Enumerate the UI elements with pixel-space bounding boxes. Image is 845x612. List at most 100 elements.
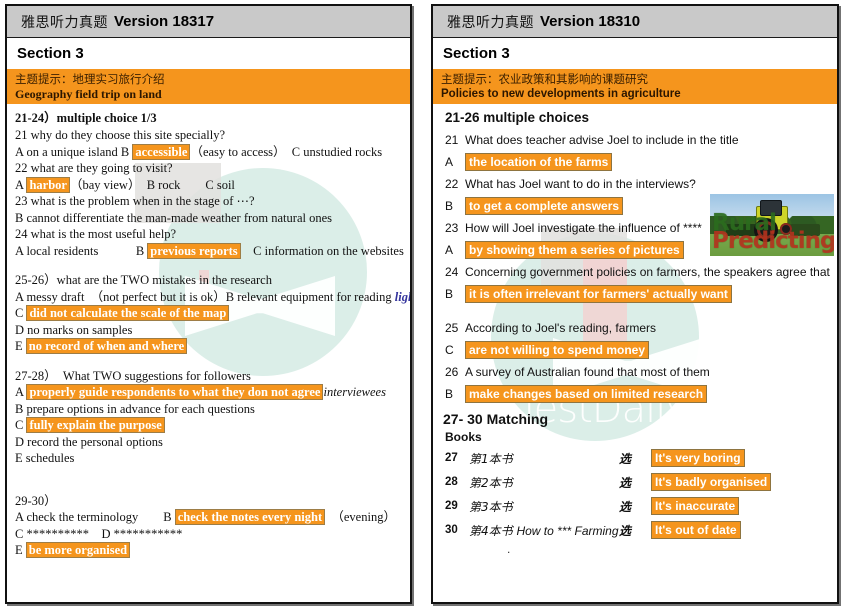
q22-answer-highlight: to get a complete answers	[465, 197, 624, 215]
left-q24-options: A local residents B previous reports C i…	[7, 242, 410, 260]
left-q2930-option-cd: C ********** D ***********	[15, 526, 183, 541]
match-30-book: 第4本书 How to *** Farming	[469, 522, 619, 539]
left-q2526-option-c: C did not calculate the scale of the map	[7, 305, 410, 322]
match-29-answer: It's inaccurate	[651, 497, 740, 515]
left-q22-options: A harbor （bay view） B rock C soil	[7, 176, 410, 194]
left-title-cn: 雅思听力真题	[21, 14, 108, 31]
right-answer-25: Care not willing to spend money	[433, 339, 837, 361]
right-question-25: 25 According to Joel's reading, farmers	[433, 317, 837, 339]
q2728-a-pre: A	[15, 385, 27, 399]
right-answer-26: Bmake changes based on limited research	[433, 383, 837, 405]
q22-pre: A	[15, 177, 27, 192]
q25-text: According to Joel's reading, farmers	[465, 321, 657, 335]
left-q2526-option-ab: A messy draft （not perfect but it is ok）…	[7, 289, 410, 306]
q22-text: What has Joel want to do in the intervie…	[465, 177, 696, 191]
right-body: TestDaily Rural Predicting Section 3 主题提…	[433, 38, 837, 602]
left-content: Section 3 主题提示：地理实习旅行介绍 Geography field …	[7, 38, 410, 559]
match-28-answer: It's badly organised	[651, 473, 772, 491]
left-q21-options: A on a unique island B accessible （easy t…	[7, 143, 410, 161]
left-topic-band: 主题提示：地理实习旅行介绍 Geography field trip on la…	[7, 69, 410, 104]
right-answer-21: Athe location of the farms	[433, 151, 837, 173]
photo-overlay-word-2: Predicting	[712, 228, 834, 254]
q24-option-letter: B	[445, 287, 454, 301]
right-titlebar: 雅思听力真题 Version 18310	[433, 6, 837, 38]
left-q2526-option-d: D no marks on samples	[15, 322, 133, 337]
q26-text: A survey of Australian found that most o…	[465, 365, 710, 379]
match-27-answer: It's very boring	[651, 449, 745, 467]
q2526-c-highlight: did not calculate the scale of the map	[26, 305, 230, 321]
left-body: TestDaily Section 3 主题提示：地理实习旅行介绍 Geogra…	[7, 38, 410, 602]
q2526-c-pre: C	[15, 306, 27, 320]
left-q2728-option-d: D record the personal options	[15, 434, 163, 449]
left-titlebar: 雅思听力真题 Version 18317	[7, 6, 410, 38]
q2728-c-highlight: fully explain the purpose	[26, 417, 165, 433]
q2930-a-post: （evening）	[325, 510, 396, 524]
match-30-book-cn: 第4本书	[469, 523, 513, 538]
left-q2930-head: 29-30）	[15, 493, 57, 508]
q21-pre: A on a unique island B	[15, 144, 133, 159]
match-27-number: 27	[445, 452, 458, 464]
left-topic-cn: 主题提示：地理实习旅行介绍	[15, 72, 165, 86]
right-answer-24: Bit is often irrelevant for farmers' act…	[433, 283, 837, 305]
q2526-a-annotation: lighting	[394, 289, 410, 304]
q21-answer-highlight: the location of the farms	[465, 153, 613, 171]
right-mc-head: 21-26 multiple choices	[445, 110, 590, 125]
left-q2930-option-ab: A check the terminology B check the note…	[7, 509, 410, 526]
worksheet-page: 雅思听力真题 Version 18317 TestDaily Section 3…	[0, 0, 845, 612]
q21-post: （easy to access） C unstudied rocks	[190, 144, 383, 159]
right-topic-en: Policies to new developments in agricult…	[441, 88, 681, 100]
q2526-a-pre: A messy draft （not perfect but it is ok）…	[15, 289, 395, 304]
right-title-cn: 雅思听力真题	[447, 14, 534, 31]
q23-answer-highlight: by showing them a series of pictures	[465, 241, 684, 259]
q2930-e-pre: E	[15, 543, 26, 557]
left-q2728-option-c: C fully explain the purpose	[7, 417, 410, 434]
q25-answer-highlight: are not willing to spend money	[465, 341, 650, 359]
q23-text: How will Joel investigate the influence …	[465, 221, 702, 235]
match-29-book: 第3本书	[469, 499, 513, 514]
q2728-c-pre: C	[15, 418, 27, 432]
q21-option-letter: A	[445, 155, 454, 169]
left-q2728-head: 27-28） What TWO suggestions for follower…	[15, 368, 251, 383]
right-question-24: 24 Concerning government policies on farm…	[433, 261, 837, 283]
trailing-dot: .	[507, 542, 511, 556]
q22-option-letter: B	[445, 199, 454, 213]
right-books-label: Books	[445, 430, 482, 444]
match-28-book: 第2本书	[469, 475, 513, 490]
left-q22: 22 what are they going to visit?	[15, 161, 173, 175]
left-q2930-option-e: E be more organised	[7, 542, 410, 559]
match-30-answer: It's out of date	[651, 521, 741, 539]
tractor-photo: Rural Predicting	[710, 194, 834, 256]
matching-row-29: 29 第3本书 选 It's inaccurate	[433, 494, 837, 518]
match-28-number: 28	[445, 476, 458, 488]
right-question-22: 22 What has Joel want to do in the interv…	[433, 173, 837, 195]
q25-number: 25	[445, 321, 459, 335]
left-q24: 24 what is the most useful help?	[15, 227, 177, 241]
panel-version-18317: 雅思听力真题 Version 18317 TestDaily Section 3…	[5, 4, 412, 604]
match-29-pick: 选	[619, 499, 632, 514]
q21-text: What does teacher advise Joel to include…	[465, 133, 739, 147]
q2930-e-highlight: be more organised	[25, 542, 131, 558]
matching-row-30: 30 第4本书 How to *** Farming 选 It's out of…	[433, 518, 837, 542]
q24-answer-highlight: it is often irrelevant for farmers' actu…	[465, 285, 732, 303]
q2930-a-pre: A check the terminology B	[15, 510, 175, 524]
matching-row-27: 27 第1本书 选 It's very boring	[433, 446, 837, 470]
right-title-version: Version 18310	[540, 13, 641, 30]
q24-pre: A local residents B	[15, 243, 148, 258]
match-30-pick: 选	[619, 523, 632, 538]
q22-highlight: harbor	[26, 176, 70, 193]
matching-row-28: 28 第2本书 选 It's badly organised	[433, 470, 837, 494]
match-30-book-en: How to *** Farming	[516, 523, 619, 538]
match-27-pick: 选	[619, 451, 632, 466]
q23-number: 23	[445, 221, 459, 235]
match-29-number: 29	[445, 500, 458, 512]
left-q21: 21 why do they choose this site speciall…	[15, 128, 226, 142]
right-content: Section 3 主题提示：农业政策和其影响的课题研究 Policies to…	[433, 38, 837, 556]
q22-number: 22	[445, 177, 459, 191]
q26-option-letter: B	[445, 387, 454, 401]
left-title-version: Version 18317	[114, 13, 215, 30]
left-q23-option-b: B cannot differentiate the man-made weat…	[15, 210, 332, 225]
q23-option-letter: A	[445, 243, 454, 257]
q24-text: Concerning government policies on farmer…	[465, 265, 830, 279]
